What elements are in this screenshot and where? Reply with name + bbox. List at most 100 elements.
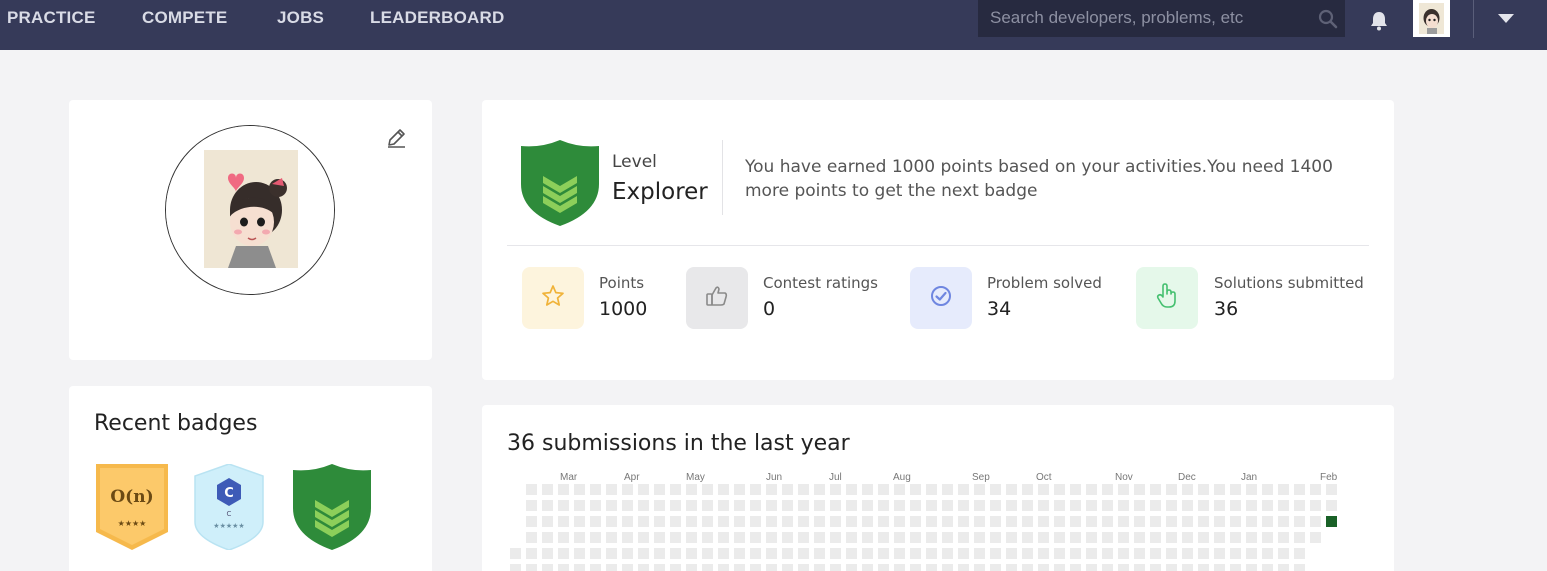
search-box	[978, 0, 1345, 37]
heatmap-cell	[942, 500, 953, 511]
heatmap-cell	[1006, 532, 1017, 543]
heatmap-cell	[1166, 548, 1177, 559]
caret-down-icon[interactable]	[1498, 14, 1514, 23]
heatmap-cell	[1054, 548, 1065, 559]
heatmap-cell	[702, 564, 713, 571]
month-label-may: May	[686, 472, 705, 483]
c-language-badge[interactable]: C C ★★★★★	[193, 463, 265, 554]
heatmap-cell	[1230, 484, 1241, 495]
nav-jobs[interactable]: JOBS	[277, 8, 324, 28]
heatmap-cell	[1102, 516, 1113, 527]
heatmap-cell	[990, 564, 1001, 571]
heatmap-cell	[862, 500, 873, 511]
heatmap-cell	[558, 532, 569, 543]
heatmap-cell	[606, 532, 617, 543]
heatmap-cell	[926, 484, 937, 495]
heatmap-cell	[798, 564, 809, 571]
heatmap-cell	[1022, 564, 1033, 571]
heatmap-cell	[1006, 516, 1017, 527]
heatmap-cell	[1294, 484, 1305, 495]
problem-solved-icon-box	[910, 267, 972, 329]
heatmap-cell	[1038, 564, 1049, 571]
heatmap-cell	[606, 516, 617, 527]
heatmap-cell	[1022, 500, 1033, 511]
heatmap-cell	[1294, 532, 1305, 543]
month-label-sep: Sep	[972, 472, 990, 483]
month-label-feb: Feb	[1320, 472, 1338, 483]
heatmap-cell	[558, 548, 569, 559]
heatmap-cell	[782, 484, 793, 495]
nav-leaderboard[interactable]: LEADERBOARD	[370, 8, 504, 28]
heatmap-cell	[702, 548, 713, 559]
heatmap-cell	[1246, 564, 1257, 571]
heatmap-cell	[734, 532, 745, 543]
search-input[interactable]	[990, 7, 1310, 29]
heatmap-cell	[862, 564, 873, 571]
heatmap-cell	[1166, 484, 1177, 495]
contest-ratings-value: 0	[763, 298, 776, 320]
heatmap-cell	[1262, 564, 1273, 571]
level-divider	[722, 140, 723, 215]
heatmap-cell	[990, 516, 1001, 527]
user-avatar[interactable]	[1413, 0, 1450, 37]
heatmap-cell	[574, 484, 585, 495]
heatmap-cell	[1086, 484, 1097, 495]
heatmap-cell	[974, 484, 985, 495]
heatmap-cell	[1278, 564, 1289, 571]
heatmap-cell	[1198, 564, 1209, 571]
heatmap-cell	[718, 484, 729, 495]
heatmap-cell	[686, 548, 697, 559]
heatmap-cell	[1198, 532, 1209, 543]
heatmap-cell	[590, 564, 601, 571]
problem-solved-value: 34	[987, 298, 1012, 320]
heatmap-cell	[654, 548, 665, 559]
heatmap-cell	[542, 500, 553, 511]
nav-practice[interactable]: PRACTICE	[7, 8, 96, 28]
submissions-title: 36 submissions in the last year	[507, 431, 850, 456]
explorer-level-badge[interactable]	[293, 464, 371, 554]
heatmap-cell	[1070, 516, 1081, 527]
solutions-submitted-value: 36	[1214, 298, 1239, 320]
nav-compete[interactable]: COMPETE	[142, 8, 227, 28]
heatmap-cell	[1214, 500, 1225, 511]
heatmap-cell	[1038, 532, 1049, 543]
heatmap-cell	[622, 484, 633, 495]
heatmap-cell	[1102, 564, 1113, 571]
heatmap-cell	[1230, 564, 1241, 571]
heatmap-cell	[558, 500, 569, 511]
edit-icon[interactable]	[385, 127, 407, 153]
heatmap-cell	[654, 516, 665, 527]
bell-icon[interactable]	[1369, 10, 1389, 35]
heatmap-cell	[686, 500, 697, 511]
heatmap-cell	[1118, 548, 1129, 559]
heatmap-cell	[1054, 516, 1065, 527]
heatmap-cell	[1262, 500, 1273, 511]
heatmap-cell	[1118, 500, 1129, 511]
heatmap-cell	[926, 532, 937, 543]
heatmap-cell	[718, 532, 729, 543]
heatmap-cell	[542, 484, 553, 495]
problem-solved-label: Problem solved	[987, 274, 1102, 292]
heatmap-cell	[526, 532, 537, 543]
heatmap-cell	[814, 548, 825, 559]
heatmap-cell	[1326, 484, 1337, 495]
big-o-badge[interactable]: O(n) ★★★★	[94, 464, 170, 554]
heatmap-cell	[846, 500, 857, 511]
heatmap-cell	[734, 548, 745, 559]
heatmap-cell	[1278, 500, 1289, 511]
heatmap-cell	[1150, 484, 1161, 495]
top-navbar: PRACTICE COMPETE JOBS LEADERBOARD	[0, 0, 1547, 50]
heatmap-cell	[894, 548, 905, 559]
heatmap-cell	[510, 564, 521, 571]
heatmap-cell	[942, 548, 953, 559]
heatmap-cell	[814, 516, 825, 527]
heatmap-cell	[1038, 548, 1049, 559]
heatmap-cell	[718, 516, 729, 527]
heatmap-cell	[606, 548, 617, 559]
heatmap-cell	[782, 564, 793, 571]
heatmap-cell	[750, 564, 761, 571]
month-label-jun: Jun	[766, 472, 783, 483]
heatmap-cell	[734, 564, 745, 571]
search-icon[interactable]	[1318, 9, 1338, 33]
heatmap-cell	[1182, 500, 1193, 511]
